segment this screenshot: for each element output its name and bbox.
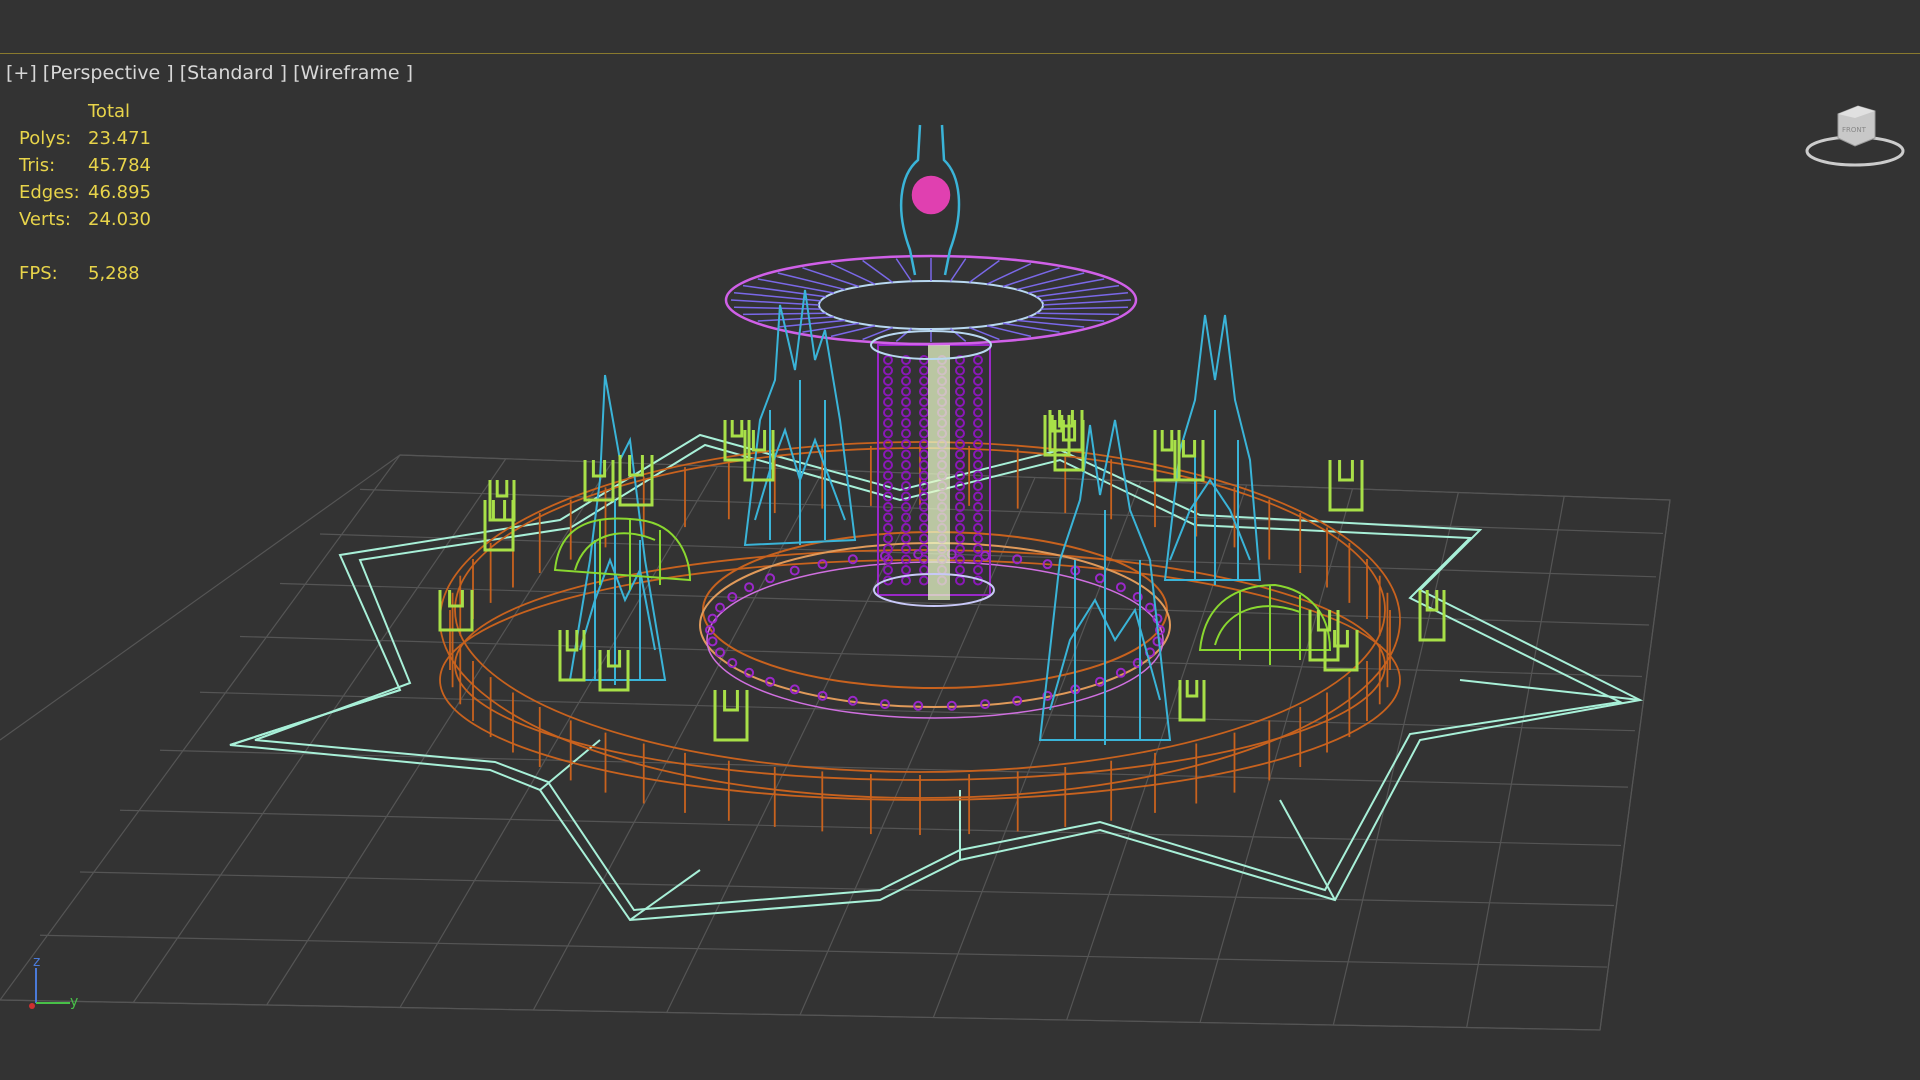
dome-left (553, 517, 692, 590)
axis-z-label: z (33, 954, 40, 970)
top-disc-wireframe (724, 254, 1138, 360)
banner (1418, 590, 1446, 642)
banner (1178, 680, 1206, 722)
axis-y-label: y (70, 994, 78, 1010)
banner (713, 690, 749, 742)
viewcube-face-label: FRONT (1842, 126, 1867, 134)
viewport-scene[interactable]: z y (0, 0, 1920, 1080)
spire-back-left (743, 289, 857, 547)
top-finial-wireframe (899, 124, 961, 276)
banner (1328, 460, 1364, 512)
viewcube-icon[interactable]: FRONT (1800, 96, 1910, 176)
